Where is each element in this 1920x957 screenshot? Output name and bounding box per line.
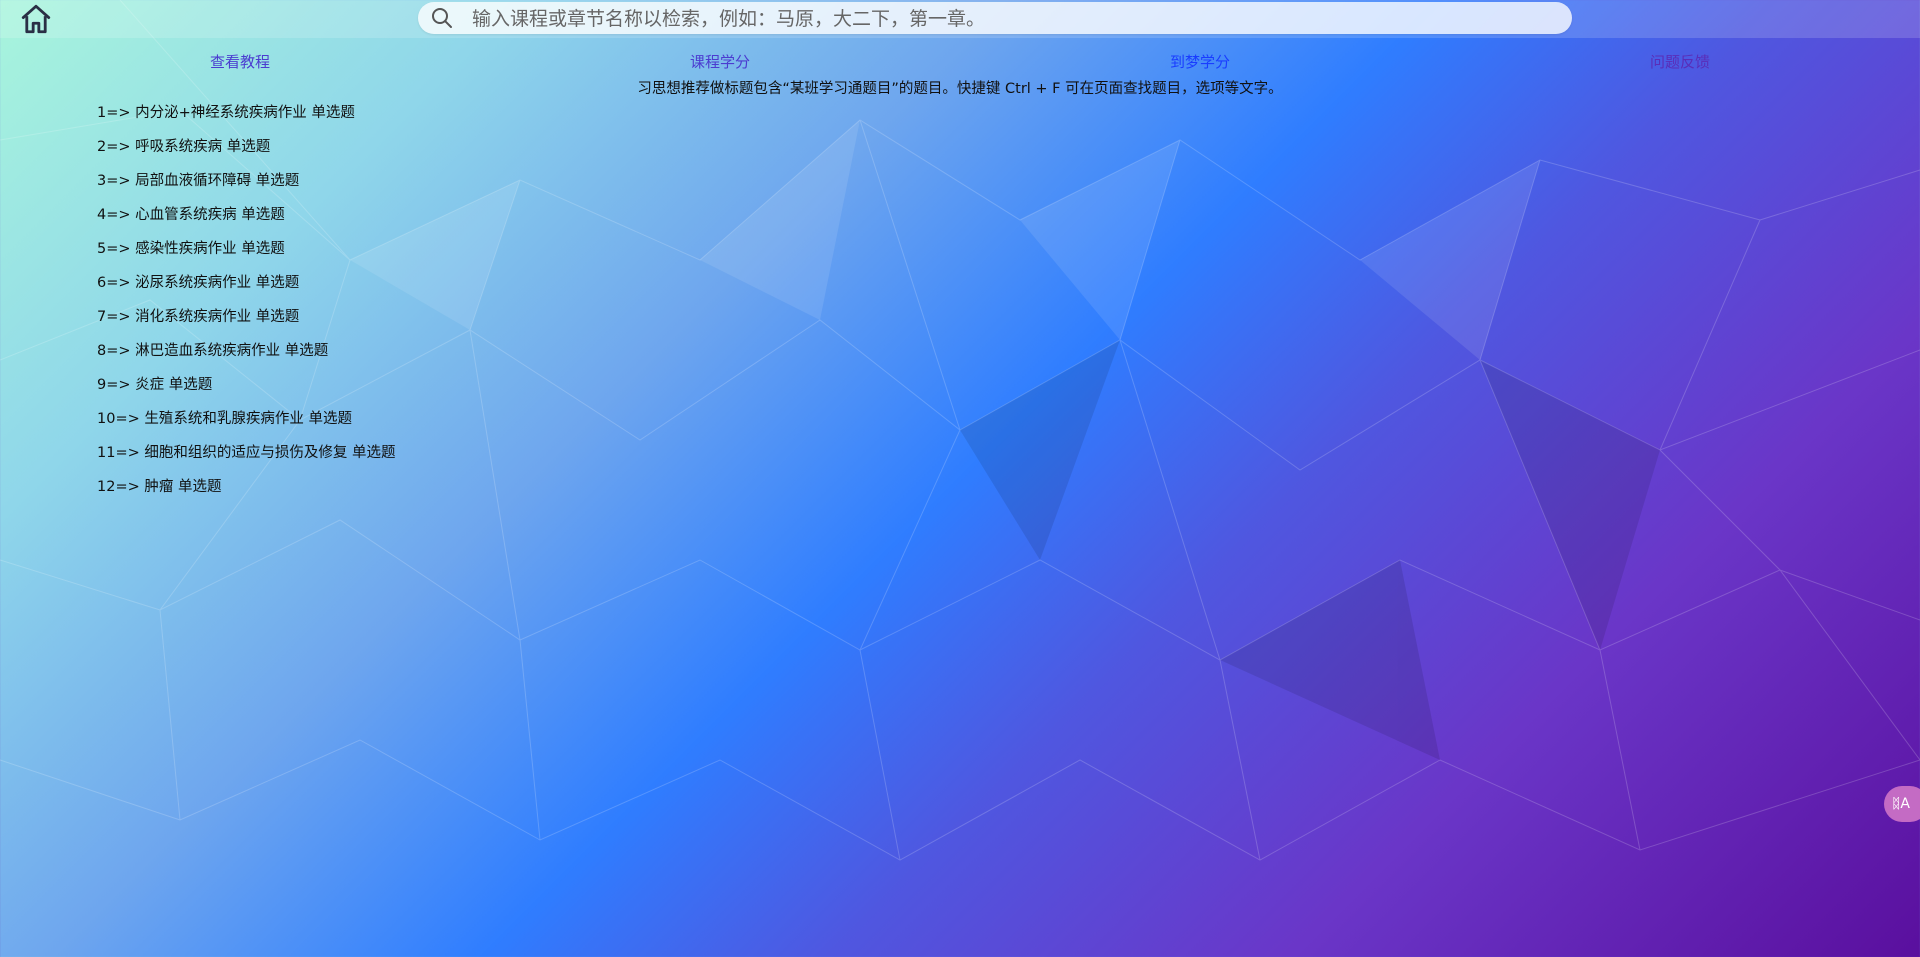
list-item[interactable]: 1=> 内分泌+神经系统疾病作业 单选题 [97, 102, 395, 136]
item-type: 单选题 [177, 479, 222, 495]
search-input[interactable] [470, 2, 1564, 36]
item-title: 泌尿系统疾病作业 [135, 275, 252, 291]
notice-text: 习思想推荐做标题包含“某班学习通题目”的题目。快捷键 Ctrl + F 可在页面… [637, 81, 1283, 97]
item-title: 局部血液循环障碍 [135, 173, 252, 189]
item-title: 细胞和组织的适应与损伤及修复 [144, 445, 348, 461]
list-item[interactable]: 10=> 生殖系统和乳腺疾病作业 单选题 [97, 408, 395, 442]
item-index: 5=> [97, 241, 131, 257]
item-index: 3=> [97, 173, 131, 189]
item-title: 内分泌+神经系统疾病作业 [135, 105, 307, 121]
list-item[interactable]: 3=> 局部血液循环障碍 单选题 [97, 170, 395, 204]
nav-tutorial-link[interactable]: 查看教程 [140, 51, 340, 72]
page: 查看教程 课程学分 到梦学分 问题反馈 习思想推荐做标题包含“某班学习通题目”的… [0, 0, 1920, 957]
item-index: 4=> [97, 207, 131, 223]
list-item[interactable]: 12=> 肿瘤 单选题 [97, 476, 395, 510]
item-index: 9=> [97, 377, 131, 393]
question-bank-list: 1=> 内分泌+神经系统疾病作业 单选题 2=> 呼吸系统疾病 单选题 3=> … [97, 102, 395, 510]
item-title: 肿瘤 [144, 479, 174, 495]
list-item[interactable]: 2=> 呼吸系统疾病 单选题 [97, 136, 395, 170]
search-icon [432, 8, 452, 28]
home-icon [21, 4, 51, 34]
list-item[interactable]: 4=> 心血管系统疾病 单选题 [97, 204, 395, 238]
item-index: 12=> [97, 479, 140, 495]
item-title: 感染性疾病作业 [135, 241, 237, 257]
top-bar [0, 0, 1920, 38]
nav-course-credit-link[interactable]: 课程学分 [620, 51, 820, 72]
item-title: 生殖系统和乳腺疾病作业 [144, 411, 304, 427]
list-item[interactable]: 5=> 感染性疾病作业 单选题 [97, 238, 395, 272]
list-item[interactable]: 7=> 消化系统疾病作业 单选题 [97, 306, 395, 340]
item-index: 10=> [97, 411, 140, 427]
item-type: 单选题 [351, 445, 396, 461]
list-item[interactable]: 6=> 泌尿系统疾病作业 单选题 [97, 272, 395, 306]
item-title: 心血管系统疾病 [135, 207, 237, 223]
nav-daomeng-credit-link[interactable]: 到梦学分 [1100, 51, 1300, 72]
item-type: 单选题 [255, 309, 300, 325]
item-title: 淋巴造血系统疾病作业 [135, 343, 281, 359]
item-title: 呼吸系统疾病 [135, 139, 223, 155]
item-title: 炎症 [135, 377, 165, 393]
list-item[interactable]: 8=> 淋巴造血系统疾病作业 单选题 [97, 340, 395, 374]
item-type: 单选题 [226, 139, 271, 155]
item-index: 2=> [97, 139, 131, 155]
item-type: 单选题 [284, 343, 329, 359]
item-type: 单选题 [255, 275, 300, 291]
home-button[interactable] [17, 1, 55, 37]
translate-icon: ᛥA [1892, 796, 1910, 812]
item-index: 8=> [97, 343, 131, 359]
item-type: 单选题 [255, 173, 300, 189]
item-index: 6=> [97, 275, 131, 291]
item-type: 单选题 [308, 411, 352, 427]
item-title: 消化系统疾病作业 [135, 309, 252, 325]
search-box [418, 2, 1572, 36]
item-index: 11=> [97, 445, 140, 461]
translate-button[interactable]: ᛥA [1884, 786, 1920, 822]
nav-feedback-link[interactable]: 问题反馈 [1580, 51, 1780, 72]
item-type: 单选题 [168, 377, 213, 393]
item-index: 1=> [97, 105, 131, 121]
list-item[interactable]: 11=> 细胞和组织的适应与损伤及修复 单选题 [97, 442, 395, 476]
list-item[interactable]: 9=> 炎症 单选题 [97, 374, 395, 408]
item-type: 单选题 [241, 207, 285, 223]
item-type: 单选题 [241, 241, 285, 257]
item-index: 7=> [97, 309, 131, 325]
top-nav: 查看教程 课程学分 到梦学分 问题反馈 [0, 51, 1920, 73]
item-type: 单选题 [311, 105, 355, 121]
